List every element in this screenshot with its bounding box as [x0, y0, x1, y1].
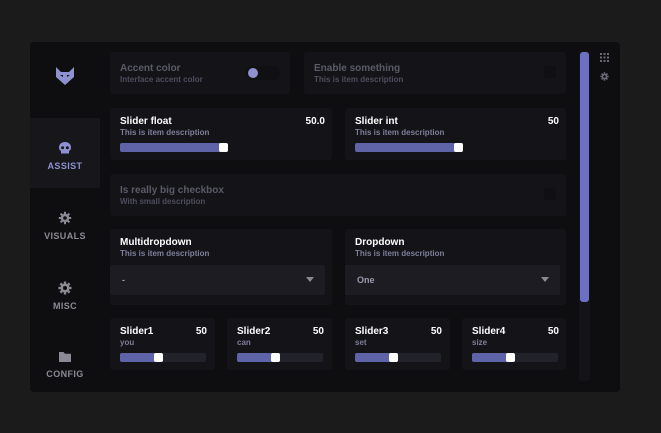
sidebar-item-label: ASSIST: [47, 161, 83, 171]
slider-fill: [355, 143, 463, 152]
slider1-title: Slider1: [120, 326, 154, 337]
slider-float-value: 50.0: [305, 116, 325, 127]
slider-float-title: Slider float: [120, 116, 172, 127]
enable-something-checkbox[interactable]: [544, 66, 556, 78]
folder-icon: [59, 352, 71, 362]
accent-color-title: Accent color: [120, 63, 181, 74]
slider-handle[interactable]: [389, 353, 398, 362]
dropdown-title: Dropdown: [355, 237, 405, 248]
slider-int-title: Slider int: [355, 116, 398, 127]
slider-int-card: Slider int This is item description 50: [345, 108, 566, 160]
dropdown-selected: One: [357, 275, 375, 285]
sidebar-item-misc[interactable]: MISC: [30, 258, 100, 328]
settings-gear-icon[interactable]: [600, 72, 609, 81]
slider3-track[interactable]: [355, 353, 441, 362]
slider-float-track[interactable]: [120, 143, 228, 152]
accent-color-description: Interface accent color: [120, 75, 203, 84]
slider1-track[interactable]: [120, 353, 206, 362]
dropdown-description: This is item description: [355, 249, 445, 258]
slider3-card: Slider3 set 50: [345, 318, 450, 370]
sidebar-item-config[interactable]: CONFIG: [30, 328, 100, 392]
slider-int-value: 50: [547, 116, 559, 127]
slider3-title: Slider3: [355, 326, 389, 337]
slider-handle[interactable]: [454, 143, 463, 152]
scrollbar-thumb[interactable]: [580, 52, 589, 302]
slider-handle[interactable]: [506, 353, 515, 362]
slider-fill: [120, 143, 228, 152]
multidropdown-description: This is item description: [120, 249, 210, 258]
slider4-card: Slider4 size 50: [462, 318, 566, 370]
slider1-value: 50: [195, 326, 207, 337]
sidebar-item-assist[interactable]: ASSIST: [30, 118, 100, 188]
slider4-track[interactable]: [472, 353, 558, 362]
enable-something-card: Enable something This is item descriptio…: [304, 52, 566, 94]
skull-icon: [59, 142, 71, 154]
app-window: ASSIST VISUALS MISC CONFIG Accent color …: [30, 42, 620, 392]
slider3-description: set: [355, 338, 367, 347]
multidropdown-select[interactable]: -: [110, 265, 325, 295]
slider4-value: 50: [547, 326, 559, 337]
slider2-card: Slider2 can 50: [227, 318, 332, 370]
chevron-down-icon: [306, 277, 314, 282]
wolf-logo-icon: [56, 67, 74, 85]
sidebar-item-visuals[interactable]: VISUALS: [30, 188, 100, 258]
accent-color-toggle[interactable]: [246, 66, 280, 80]
big-checkbox-card[interactable]: Is really big checkbox With small descri…: [110, 174, 566, 216]
dropdown-select[interactable]: One: [345, 265, 560, 295]
big-checkbox[interactable]: [544, 188, 556, 200]
chevron-down-icon: [541, 277, 549, 282]
slider1-card: Slider1 you 50: [110, 318, 215, 370]
sidebar: ASSIST VISUALS MISC CONFIG: [30, 42, 100, 392]
grid-icon[interactable]: [600, 53, 609, 62]
sidebar-item-label: CONFIG: [46, 369, 84, 379]
enable-something-description: This is item description: [314, 75, 404, 84]
multidropdown-selected: -: [122, 275, 125, 285]
dropdown-card: Dropdown This is item description One: [345, 229, 566, 305]
toggle-knob: [248, 68, 258, 78]
slider-int-track[interactable]: [355, 143, 463, 152]
slider3-value: 50: [430, 326, 442, 337]
slider2-description: can: [237, 338, 251, 347]
slider4-description: size: [472, 338, 488, 347]
slider2-track[interactable]: [237, 353, 323, 362]
slider-handle[interactable]: [154, 353, 163, 362]
slider-int-description: This is item description: [355, 128, 445, 137]
slider1-description: you: [120, 338, 135, 347]
multidropdown-card: Multidropdown This is item description -: [110, 229, 332, 305]
gear-icon: [58, 211, 72, 225]
slider2-value: 50: [312, 326, 324, 337]
sidebar-item-label: MISC: [52, 301, 78, 311]
slider-handle[interactable]: [271, 353, 280, 362]
slider-handle[interactable]: [219, 143, 228, 152]
slider-float-card: Slider float This is item description 50…: [110, 108, 332, 160]
enable-something-title: Enable something: [314, 63, 401, 74]
slider-float-description: This is item description: [120, 128, 210, 137]
slider4-title: Slider4: [472, 326, 506, 337]
big-checkbox-title: Is really big checkbox: [120, 185, 224, 196]
slider2-title: Slider2: [237, 326, 271, 337]
big-checkbox-description: With small description: [120, 197, 206, 206]
gear-icon: [58, 281, 72, 295]
multidropdown-title: Multidropdown: [120, 237, 192, 248]
sidebar-item-label: VISUALS: [44, 231, 86, 241]
